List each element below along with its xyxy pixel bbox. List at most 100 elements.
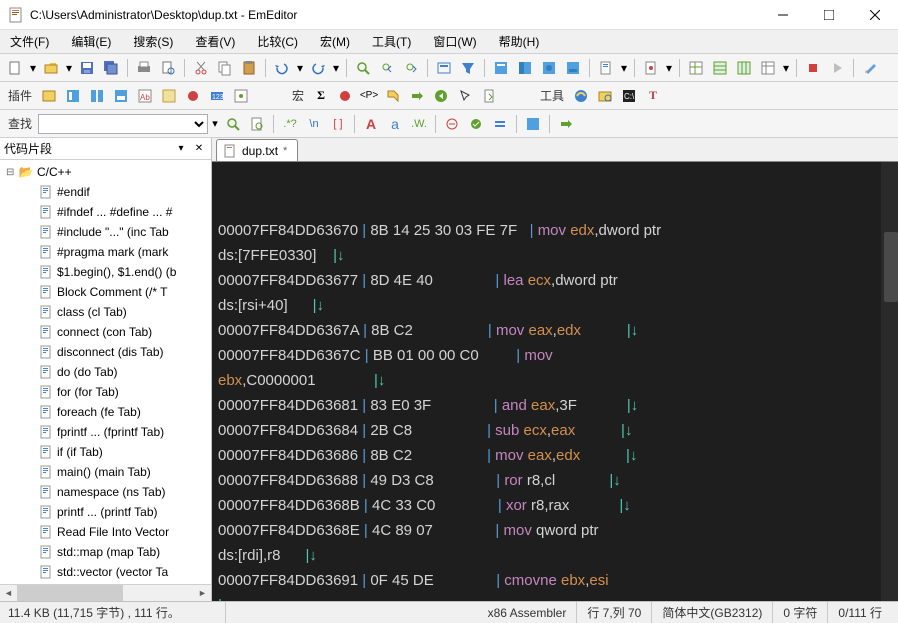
print-button[interactable] bbox=[133, 57, 155, 79]
tool-cmd-button[interactable]: C:\ bbox=[618, 85, 640, 107]
find-highlighta-button[interactable]: a bbox=[384, 113, 406, 135]
menu-file[interactable]: 文件(F) bbox=[6, 31, 53, 52]
find-view-button[interactable] bbox=[522, 113, 544, 135]
plugin9-button[interactable] bbox=[230, 85, 252, 107]
csv1-button[interactable] bbox=[685, 57, 707, 79]
view4-button[interactable] bbox=[562, 57, 584, 79]
tab-dup[interactable]: dup.txt * bbox=[216, 139, 298, 161]
plugin1-button[interactable] bbox=[38, 85, 60, 107]
tree-item[interactable]: namespace (ns Tab) bbox=[2, 482, 209, 502]
tree-root[interactable]: ⊟ 📂 C/C++ bbox=[2, 162, 209, 182]
menu-macro[interactable]: 宏(M) bbox=[316, 31, 354, 52]
find-next-button[interactable] bbox=[400, 57, 422, 79]
doc2-dropdown[interactable]: ▾ bbox=[664, 57, 674, 79]
find-input[interactable] bbox=[38, 114, 208, 134]
tool-explorer-button[interactable] bbox=[594, 85, 616, 107]
menu-help[interactable]: 帮助(H) bbox=[495, 31, 544, 52]
menu-search[interactable]: 搜索(S) bbox=[129, 31, 177, 52]
close-button[interactable] bbox=[852, 0, 898, 29]
menu-view[interactable]: 查看(V) bbox=[191, 31, 239, 52]
side-close-button[interactable]: ✕ bbox=[191, 141, 207, 157]
save-button[interactable] bbox=[76, 57, 98, 79]
find-doc-button[interactable] bbox=[246, 113, 268, 135]
find-opt3-button[interactable] bbox=[489, 113, 511, 135]
find-word-button[interactable]: .W. bbox=[408, 113, 430, 135]
tree-item[interactable]: std::vector (vector Ta bbox=[2, 562, 209, 582]
minimize-button[interactable] bbox=[760, 0, 806, 29]
scroll-right-button[interactable]: ► bbox=[194, 585, 211, 602]
doc2-button[interactable] bbox=[640, 57, 662, 79]
csv4-dropdown[interactable]: ▾ bbox=[781, 57, 791, 79]
redo-button[interactable] bbox=[307, 57, 329, 79]
macro-code-button[interactable]: <P> bbox=[358, 85, 380, 107]
find-opt1-button[interactable] bbox=[441, 113, 463, 135]
view2-button[interactable] bbox=[514, 57, 536, 79]
maximize-button[interactable] bbox=[806, 0, 852, 29]
plugin4-button[interactable] bbox=[110, 85, 132, 107]
tree-item[interactable]: main() (main Tab) bbox=[2, 462, 209, 482]
find-opt2-button[interactable] bbox=[465, 113, 487, 135]
tree-item[interactable]: #pragma mark (mark bbox=[2, 242, 209, 262]
tree-item[interactable]: foreach (fe Tab) bbox=[2, 402, 209, 422]
collapse-icon[interactable]: ⊟ bbox=[6, 167, 18, 178]
editor-vscroll[interactable] bbox=[881, 162, 898, 601]
config-button[interactable] bbox=[859, 57, 881, 79]
csv4-button[interactable] bbox=[757, 57, 779, 79]
side-dropdown-button[interactable]: ▾ bbox=[173, 141, 189, 157]
menu-window[interactable]: 窗口(W) bbox=[429, 31, 480, 52]
bookmark-button[interactable] bbox=[433, 57, 455, 79]
paste-button[interactable] bbox=[238, 57, 260, 79]
tree-item[interactable]: do (do Tab) bbox=[2, 362, 209, 382]
macro-doc-button[interactable] bbox=[478, 85, 500, 107]
find-button[interactable] bbox=[352, 57, 374, 79]
tool-text-button[interactable]: T bbox=[642, 85, 664, 107]
editor-vscroll-thumb[interactable] bbox=[884, 232, 898, 302]
tree-item[interactable]: for (for Tab) bbox=[2, 382, 209, 402]
tree-item[interactable]: class (cl Tab) bbox=[2, 302, 209, 322]
save-all-button[interactable] bbox=[100, 57, 122, 79]
find-regex-button[interactable]: .*? bbox=[279, 113, 301, 135]
tree-item[interactable]: disconnect (dis Tab) bbox=[2, 342, 209, 362]
tree-item[interactable]: $1.begin(), $1.end() (b bbox=[2, 262, 209, 282]
tree-item[interactable]: Read File Into Vector bbox=[2, 522, 209, 542]
tree-item[interactable]: fprintf ... (fprintf Tab) bbox=[2, 422, 209, 442]
redo-dropdown[interactable]: ▾ bbox=[331, 57, 341, 79]
menu-compare[interactable]: 比较(C) bbox=[253, 31, 302, 52]
tree-item[interactable]: #ifndef ... #define ... # bbox=[2, 202, 209, 222]
side-hscroll[interactable]: ◄ ► bbox=[0, 584, 211, 601]
tree-item[interactable]: connect (con Tab) bbox=[2, 322, 209, 342]
scroll-thumb[interactable] bbox=[17, 585, 123, 601]
scroll-left-button[interactable]: ◄ bbox=[0, 585, 17, 602]
view1-button[interactable] bbox=[490, 57, 512, 79]
editor-body[interactable]: 00007FF84DD63670 | 8B 14 25 30 03 FE 7F … bbox=[212, 162, 898, 601]
csv3-button[interactable] bbox=[733, 57, 755, 79]
find-go-down-button[interactable]: ▾ bbox=[210, 113, 220, 135]
play-button[interactable] bbox=[826, 57, 848, 79]
macro-sigma-button[interactable]: Σ bbox=[310, 85, 332, 107]
undo-button[interactable] bbox=[271, 57, 293, 79]
plugin2-button[interactable] bbox=[62, 85, 84, 107]
filter-button[interactable] bbox=[457, 57, 479, 79]
doc1-dropdown[interactable]: ▾ bbox=[619, 57, 629, 79]
tool-ie-button[interactable] bbox=[570, 85, 592, 107]
menu-tools[interactable]: 工具(T) bbox=[368, 31, 415, 52]
tree-item[interactable]: printf ... (printf Tab) bbox=[2, 502, 209, 522]
macro-tag-button[interactable] bbox=[382, 85, 404, 107]
macro-cursor-button[interactable] bbox=[454, 85, 476, 107]
find-exec-button[interactable] bbox=[222, 113, 244, 135]
plugin7-button[interactable] bbox=[182, 85, 204, 107]
find-bracket-button[interactable]: [ ] bbox=[327, 113, 349, 135]
macro-go-button[interactable] bbox=[406, 85, 428, 107]
open-button[interactable] bbox=[40, 57, 62, 79]
tree-item[interactable]: if (if Tab) bbox=[2, 442, 209, 462]
csv2-button[interactable] bbox=[709, 57, 731, 79]
scroll-track[interactable] bbox=[17, 585, 194, 601]
find-next2-button[interactable] bbox=[555, 113, 577, 135]
undo-dropdown[interactable]: ▾ bbox=[295, 57, 305, 79]
view3-button[interactable] bbox=[538, 57, 560, 79]
plugin8-button[interactable]: 123 bbox=[206, 85, 228, 107]
status-enc[interactable]: 简体中文(GB2312) bbox=[652, 602, 773, 623]
snippet-tree[interactable]: ⊟ 📂 C/C++ #endif#ifndef ... #define ... … bbox=[0, 160, 211, 584]
tree-item[interactable]: Block Comment (/* T bbox=[2, 282, 209, 302]
plugin6-button[interactable] bbox=[158, 85, 180, 107]
